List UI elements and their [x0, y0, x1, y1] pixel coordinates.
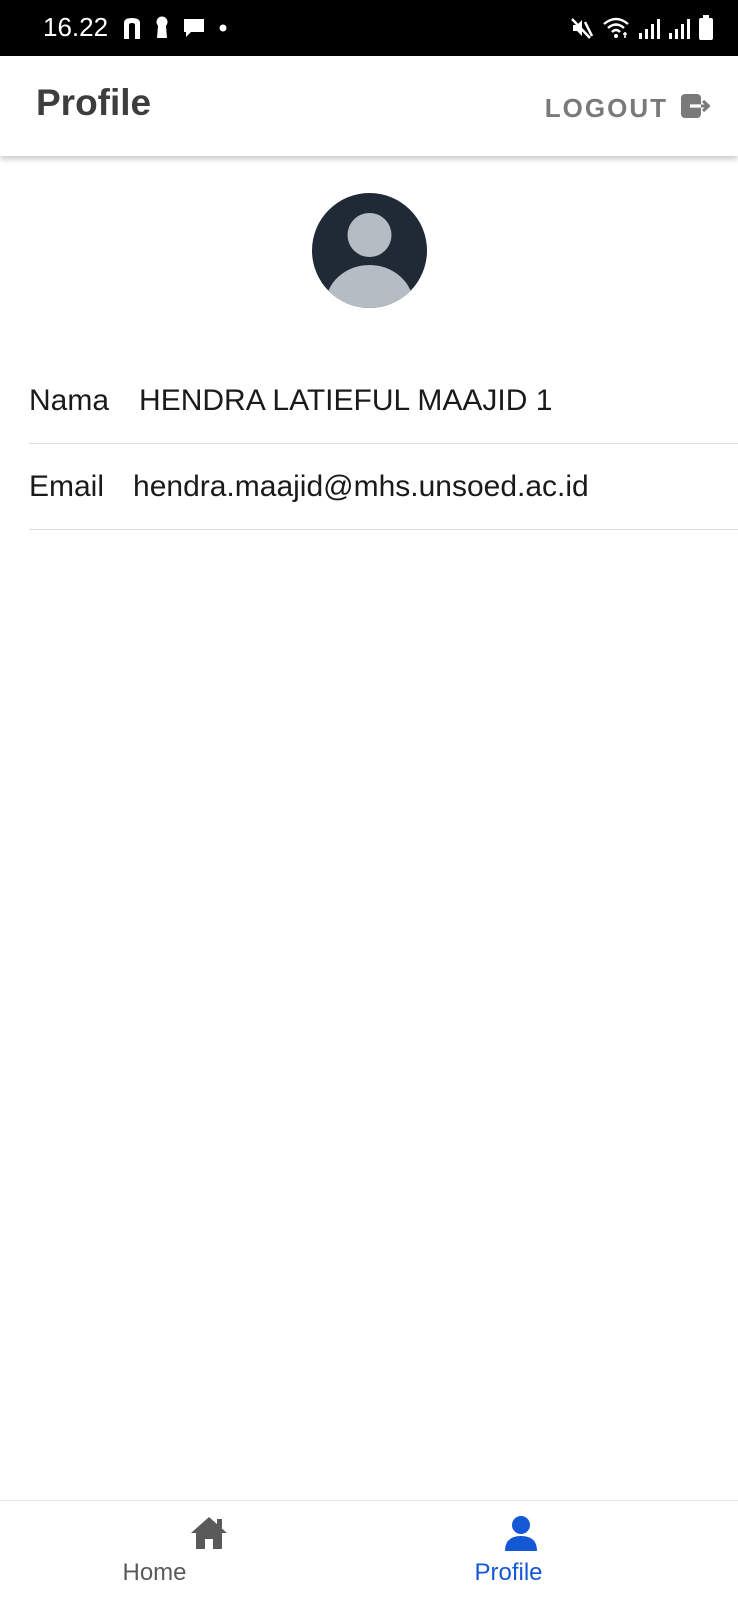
dot-icon	[218, 23, 228, 33]
battery-icon	[698, 15, 714, 41]
email-row: Email hendra.maajid@mhs.unsoed.ac.id	[29, 444, 738, 530]
name-value: HENDRA LATIEFUL MAAJID 1	[139, 383, 553, 417]
person-icon	[503, 1515, 539, 1556]
bottom-navigation: Home Profile	[0, 1500, 738, 1601]
page-title: Profile	[36, 82, 152, 123]
wifi-icon	[602, 16, 630, 40]
app-bar: Profile LOGOUT	[0, 56, 738, 156]
mute-icon	[570, 16, 594, 40]
status-bar: 16.22	[0, 0, 738, 56]
status-right-icons	[570, 14, 714, 42]
n-app-icon	[122, 17, 142, 39]
signal-icon	[638, 17, 660, 39]
nav-label-profile: Profile	[474, 1559, 543, 1586]
person-avatar-icon	[325, 213, 414, 308]
name-row: Nama HENDRA LATIEFUL MAAJID 1	[29, 358, 738, 444]
logout-icon	[680, 93, 712, 124]
signal-icon	[668, 17, 690, 39]
name-label: Nama	[29, 383, 110, 417]
nav-item-profile[interactable]: Profile	[369, 1501, 738, 1601]
email-label: Email	[29, 469, 105, 503]
logout-button[interactable]: LOGOUT	[545, 86, 712, 130]
logout-label: LOGOUT	[544, 92, 668, 123]
profile-avatar	[312, 193, 427, 308]
email-value: hendra.maajid@mhs.unsoed.ac.id	[133, 469, 589, 503]
status-left-icons	[122, 14, 228, 42]
nav-label-home: Home	[122, 1559, 187, 1586]
status-time: 16.22	[43, 12, 109, 42]
keyhole-icon	[154, 16, 170, 40]
nav-item-home[interactable]: Home	[0, 1501, 369, 1601]
home-icon	[189, 1515, 229, 1556]
chat-icon	[182, 17, 206, 39]
